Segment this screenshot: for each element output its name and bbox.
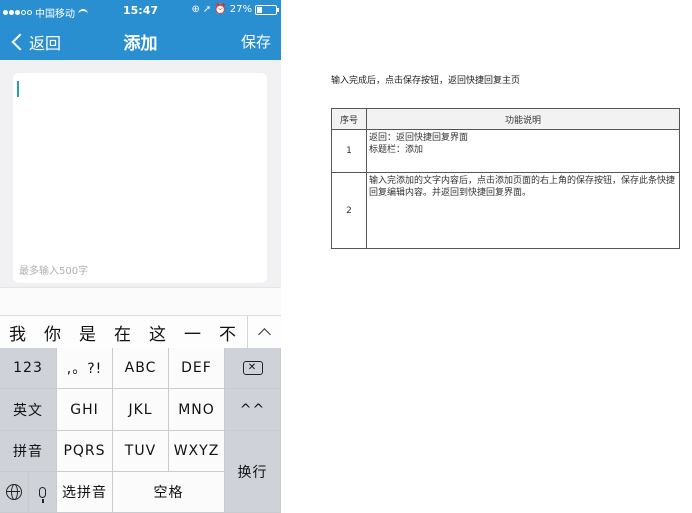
key-123[interactable]: 123 (0, 348, 57, 389)
key-pqrs[interactable]: PQRS (57, 431, 113, 472)
chevron-up-icon (258, 328, 271, 341)
row-description-line: 输入完添加的文字内容后，点击添加页面的右上角的保存按钮，保存此条快捷回复编辑内容… (369, 176, 676, 198)
microphone-key[interactable] (29, 472, 57, 513)
key-def[interactable]: DEF (169, 348, 225, 389)
row-description: 输入完添加的文字内容后，点击添加页面的右上角的保存按钮，保存此条快捷回复编辑内容… (366, 172, 680, 249)
battery-icon (255, 4, 279, 15)
text-caret (17, 81, 19, 97)
table-row: 1 返回：返回快捷回复界面 标题栏：添加 (331, 129, 680, 173)
candidate-word[interactable]: 是 (70, 320, 105, 345)
page: 中国移动 15:47 ⊕ ➚ ⏰ 27% 返回 添加 保存 最多输入500字 我… (0, 0, 692, 513)
row-number: 2 (331, 172, 367, 249)
phone-screen: 中国移动 15:47 ⊕ ➚ ⏰ 27% 返回 添加 保存 最多输入500字 我… (0, 0, 281, 513)
candidate-word[interactable]: 你 (35, 320, 70, 345)
key-english[interactable]: 英文 (0, 389, 57, 431)
row-description-line: 返回：返回快捷回复界面 (369, 133, 469, 143)
candidate-word[interactable]: 在 (105, 320, 140, 345)
candidate-bar: 我 你 是 在 这 一 不 (0, 315, 281, 349)
key-abc[interactable]: ABC (113, 348, 169, 389)
globe-icon (6, 484, 22, 500)
column-header-function: 功能说明 (366, 108, 680, 130)
expand-candidates-button[interactable] (247, 316, 281, 349)
row-description: 返回：返回快捷回复界面 标题栏：添加 (366, 129, 680, 173)
row-description-line: 标题栏：添加 (369, 145, 424, 155)
alarm-icon: ⏰ (214, 4, 227, 15)
microphone-icon (39, 486, 46, 503)
key-mno[interactable]: MNO (169, 389, 225, 431)
key-pinyin[interactable]: 拼音 (0, 431, 57, 472)
lock-rotation-icon: ⊕ (191, 4, 200, 15)
status-bar: 中国移动 15:47 ⊕ ➚ ⏰ 27% (0, 0, 281, 22)
return-key[interactable]: 换行 (225, 431, 281, 513)
char-limit-hint: 最多输入500字 (19, 266, 89, 277)
location-icon: ➚ (202, 4, 212, 15)
status-right: ⊕ ➚ ⏰ 27% (191, 4, 279, 15)
table-row: 2 输入完添加的文字内容后，点击添加页面的右上角的保存按钮，保存此条快捷回复编辑… (331, 172, 680, 249)
key-wxyz[interactable]: WXYZ (169, 431, 225, 472)
space-key[interactable]: 空格 (113, 472, 225, 513)
reply-text-input[interactable]: 最多输入500字 (13, 73, 267, 283)
battery-percent: 27% (229, 4, 252, 15)
key-jkl[interactable]: JKL (113, 389, 169, 431)
column-header-number: 序号 (331, 108, 367, 130)
table-header-row: 序号 功能说明 (331, 108, 680, 130)
candidate-word[interactable]: 一 (175, 320, 210, 345)
candidate-word[interactable]: 这 (140, 320, 175, 345)
candidate-word[interactable]: 不 (210, 320, 245, 345)
function-table: 序号 功能说明 1 返回：返回快捷回复界面 标题栏：添加 2 输入完添加的文字内… (331, 108, 680, 249)
row-number: 1 (331, 129, 367, 173)
key-select-pinyin[interactable]: 选拼音 (57, 472, 113, 513)
nav-bar: 返回 添加 保存 (0, 22, 281, 60)
key-ghi[interactable]: GHI (57, 389, 113, 431)
page-title: 添加 (123, 34, 158, 54)
doc-description: 输入完成后，点击保存按钮，返回快捷回复主页 (331, 76, 521, 86)
key-emoticon[interactable]: ^^ (225, 389, 281, 431)
keyboard: 123 ,。?! ABC DEF ✕ 英文 GHI JKL MNO ^^ 拼音 … (0, 348, 281, 513)
key-tuv[interactable]: TUV (113, 431, 169, 472)
keyboard-accessory-bar (0, 287, 281, 315)
key-punctuation[interactable]: ,。?! (57, 348, 113, 389)
backspace-icon: ✕ (242, 361, 263, 375)
candidate-word[interactable]: 我 (0, 320, 35, 345)
delete-key[interactable]: ✕ (225, 348, 281, 389)
save-button[interactable]: 保存 (241, 31, 271, 52)
globe-key[interactable] (0, 472, 29, 513)
